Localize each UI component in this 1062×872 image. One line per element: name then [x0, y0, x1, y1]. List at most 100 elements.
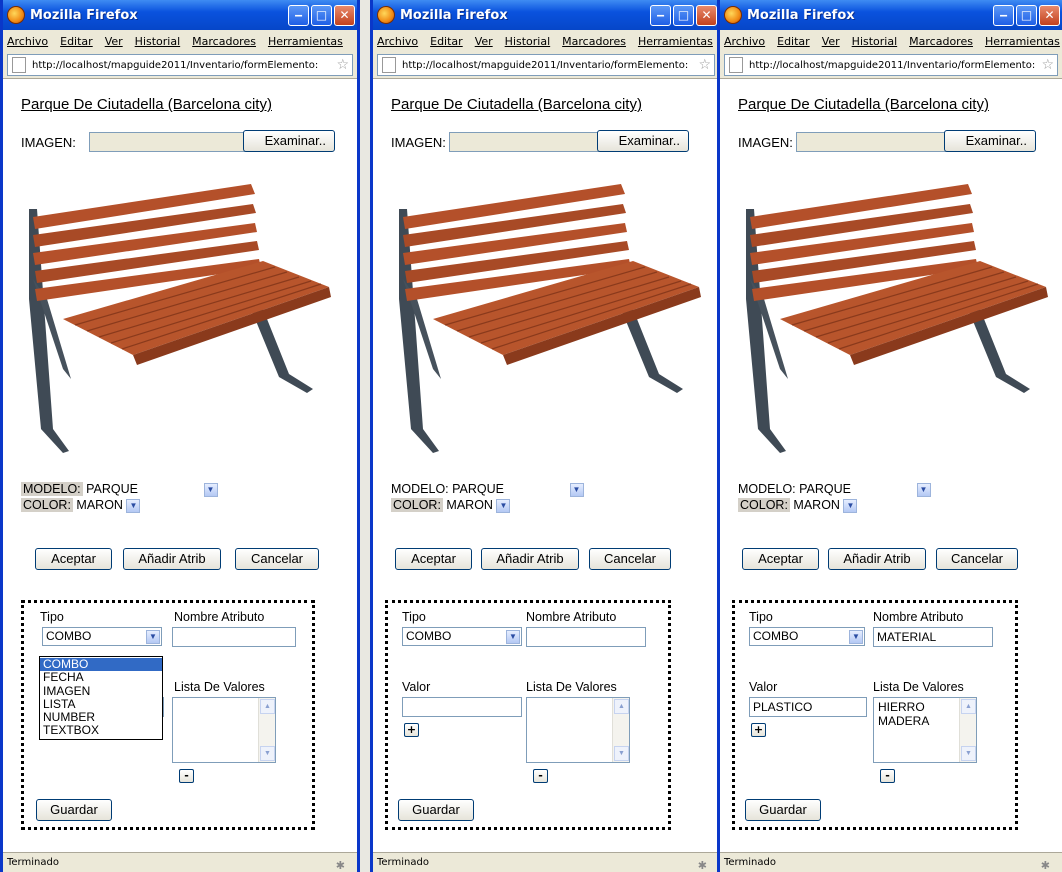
page-title-link[interactable]: Parque De Ciutadella (Barcelona city) [21, 96, 272, 113]
modelo-select-value[interactable]: PARQUE [799, 482, 851, 496]
page-title-link[interactable]: Parque De Ciutadella (Barcelona city) [738, 96, 989, 113]
lista-values-box[interactable]: ▲ ▼ [526, 697, 630, 763]
menu-archivo[interactable]: Archivo [377, 35, 418, 48]
title-bar[interactable]: Mozilla Firefox ‒ □ ✕ [720, 0, 1062, 30]
remove-value-button[interactable]: - [533, 769, 548, 783]
color-dropdown-arrow-icon[interactable]: ▼ [843, 498, 858, 513]
browse-button[interactable]: Examinar.. [944, 130, 1036, 152]
image-file-input[interactable] [796, 132, 953, 152]
tipo-dropdown-arrow-icon[interactable]: ▼ [146, 630, 160, 644]
save-button[interactable]: Guardar [745, 799, 821, 821]
modelo-dropdown-arrow-icon[interactable]: ▼ [916, 482, 931, 497]
menu-ver[interactable]: Ver [822, 35, 840, 48]
lista-scrollbar[interactable]: ▲ ▼ [612, 698, 629, 762]
modelo-select-value[interactable]: PARQUE [452, 482, 504, 496]
browse-button[interactable]: Examinar.. [243, 130, 335, 152]
tipo-options-list[interactable]: COMBO FECHA IMAGEN LISTA NUMBER TEXTBOX [39, 656, 163, 740]
accept-button[interactable]: Aceptar [395, 548, 472, 570]
accept-button[interactable]: Aceptar [742, 548, 819, 570]
url-field[interactable]: http://localhost/mapguide2011/Inventario… [724, 54, 1058, 76]
tipo-select[interactable]: COMBO ▼ [749, 627, 865, 646]
tipo-option[interactable]: FECHA [40, 670, 162, 684]
lista-value-item[interactable]: HIERRO [878, 700, 972, 714]
menu-ver[interactable]: Ver [105, 35, 123, 48]
color-dropdown-arrow-icon[interactable]: ▼ [496, 498, 511, 513]
menu-herramientas[interactable]: Herramientas [268, 35, 343, 48]
save-button[interactable]: Guardar [398, 799, 474, 821]
tipo-select[interactable]: COMBO ▼ [402, 627, 522, 646]
nombre-input[interactable]: MATERIAL [873, 627, 993, 647]
remove-value-button[interactable]: - [880, 769, 895, 783]
minimize-button[interactable]: ‒ [650, 4, 671, 26]
menu-marcadores[interactable]: Marcadores [192, 35, 256, 48]
minimize-button[interactable]: ‒ [993, 4, 1014, 26]
valor-input[interactable]: PLASTICO [749, 697, 867, 717]
lista-scrollbar[interactable]: ▲ ▼ [959, 698, 976, 762]
add-value-button[interactable]: + [751, 723, 766, 737]
menu-editar[interactable]: Editar [60, 35, 93, 48]
menu-editar[interactable]: Editar [777, 35, 810, 48]
tipo-dropdown-arrow-icon[interactable]: ▼ [506, 630, 520, 644]
cancel-button[interactable]: Cancelar [936, 548, 1018, 570]
lista-values-box[interactable]: HIERRO MADERA ▲ ▼ [873, 697, 977, 763]
menu-archivo[interactable]: Archivo [724, 35, 765, 48]
save-button[interactable]: Guardar [36, 799, 112, 821]
valor-input[interactable] [402, 697, 522, 717]
close-button[interactable]: ✕ [696, 4, 717, 26]
image-file-input[interactable] [89, 132, 246, 152]
add-attribute-button[interactable]: Añadir Atrib [481, 548, 579, 570]
tipo-option[interactable]: COMBO [40, 657, 162, 672]
modelo-dropdown-arrow-icon[interactable]: ▼ [203, 482, 218, 497]
cancel-button[interactable]: Cancelar [589, 548, 671, 570]
add-attribute-button[interactable]: Añadir Atrib [123, 548, 221, 570]
menu-marcadores[interactable]: Marcadores [909, 35, 973, 48]
title-bar[interactable]: Mozilla Firefox ‒ □ ✕ [3, 0, 357, 30]
url-field[interactable]: http://localhost/mapguide2011/Inventario… [377, 54, 715, 76]
browse-button[interactable]: Examinar.. [597, 130, 689, 152]
menu-historial[interactable]: Historial [135, 35, 180, 48]
color-select-value[interactable]: MARON [793, 498, 840, 512]
cancel-button[interactable]: Cancelar [235, 548, 319, 570]
nombre-input[interactable] [172, 627, 296, 647]
color-select-value[interactable]: MARON [76, 498, 123, 512]
image-file-input[interactable] [449, 132, 606, 152]
menu-ver[interactable]: Ver [475, 35, 493, 48]
bookmark-star-icon[interactable]: ☆ [336, 57, 352, 73]
menu-editar[interactable]: Editar [430, 35, 463, 48]
tipo-option[interactable]: LISTA [40, 697, 162, 711]
modelo-dropdown-arrow-icon[interactable]: ▼ [569, 482, 584, 497]
bookmark-star-icon[interactable]: ☆ [698, 57, 714, 73]
menu-herramientas[interactable]: Herramientas [985, 35, 1060, 48]
title-bar[interactable]: Mozilla Firefox ‒ □ ✕ [373, 0, 719, 30]
add-value-button[interactable]: + [404, 723, 419, 737]
close-button[interactable]: ✕ [334, 4, 355, 26]
menu-historial[interactable]: Historial [505, 35, 550, 48]
maximize-button[interactable]: □ [1016, 4, 1037, 26]
bookmark-star-icon[interactable]: ☆ [1041, 57, 1057, 73]
menu-historial[interactable]: Historial [852, 35, 897, 48]
tipo-option[interactable]: TEXTBOX [40, 724, 162, 738]
accept-button[interactable]: Aceptar [35, 548, 112, 570]
nombre-input[interactable] [526, 627, 646, 647]
add-attribute-button[interactable]: Añadir Atrib [828, 548, 926, 570]
tipo-option[interactable]: IMAGEN [40, 684, 162, 698]
lista-value-item[interactable]: MADERA [878, 714, 972, 728]
maximize-button[interactable]: □ [311, 4, 332, 26]
color-select-value[interactable]: MARON [446, 498, 493, 512]
menu-herramientas[interactable]: Herramientas [638, 35, 713, 48]
page-title-link[interactable]: Parque De Ciutadella (Barcelona city) [391, 96, 642, 113]
tipo-option[interactable]: NUMBER [40, 710, 162, 724]
url-field[interactable]: http://localhost/mapguide2011/Inventario… [7, 54, 353, 76]
lista-scrollbar[interactable]: ▲ ▼ [258, 698, 275, 762]
close-button[interactable]: ✕ [1039, 4, 1060, 26]
lista-values-box[interactable]: ▲ ▼ [172, 697, 276, 763]
maximize-button[interactable]: □ [673, 4, 694, 26]
tipo-select[interactable]: COMBO ▼ [42, 627, 162, 646]
color-dropdown-arrow-icon[interactable]: ▼ [126, 498, 141, 513]
menu-marcadores[interactable]: Marcadores [562, 35, 626, 48]
modelo-select-value[interactable]: PARQUE [86, 482, 138, 496]
menu-archivo[interactable]: Archivo [7, 35, 48, 48]
minimize-button[interactable]: ‒ [288, 4, 309, 26]
tipo-dropdown-arrow-icon[interactable]: ▼ [849, 630, 863, 644]
remove-value-button[interactable]: - [179, 769, 194, 783]
